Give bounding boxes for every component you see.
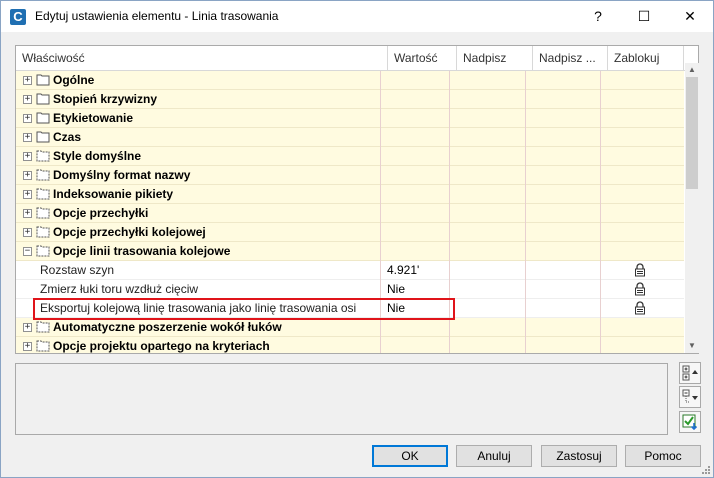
expand-icon[interactable]: + — [23, 171, 32, 180]
expand-icon[interactable]: + — [23, 228, 32, 237]
grid-header: Właściwość Wartość Nadpisz Nadpisz ... Z… — [16, 46, 698, 71]
help-icon[interactable]: ? — [575, 1, 621, 32]
category-row-superelevation-options[interactable]: + Opcje przechyłki — [16, 204, 684, 223]
collapse-all-icon — [682, 389, 698, 403]
expand-icon[interactable]: + — [23, 133, 32, 142]
column-header-override-child[interactable]: Nadpisz ... — [533, 46, 608, 71]
category-label: Etykietowanie — [53, 111, 134, 125]
help-button[interactable]: Pomoc — [625, 445, 701, 467]
highlight-box — [33, 298, 455, 320]
lock-icon[interactable] — [634, 263, 646, 277]
folder-icon — [36, 93, 50, 105]
category-label: Opcje przechyłki — [53, 206, 149, 220]
dashed-folder-icon — [36, 321, 50, 333]
expand-icon[interactable]: + — [23, 342, 32, 351]
property-label: Zmierz łuki toru wzdłuż cięciw — [40, 282, 199, 296]
property-row-rail-gauge[interactable]: Rozstaw szyn 4.921' — [16, 261, 684, 280]
close-icon[interactable]: ✕ — [667, 1, 713, 32]
category-label: Stopień krzywizny — [53, 92, 158, 106]
collapse-icon[interactable]: − — [23, 247, 32, 256]
folder-icon — [36, 131, 50, 143]
expand-icon[interactable]: + — [23, 323, 32, 332]
property-row-measure-chords[interactable]: Zmierz łuki toru wzdłuż cięciw Nie — [16, 280, 684, 299]
category-label: Opcje linii trasowania kolejowe — [53, 244, 231, 258]
description-panel — [15, 363, 668, 435]
cancel-button[interactable]: Anuluj — [456, 445, 532, 467]
expand-icon[interactable]: + — [23, 152, 32, 161]
title-bar[interactable]: C Edytuj ustawienia elementu - Linia tra… — [1, 1, 713, 32]
category-label: Indeksowanie pikiety — [53, 187, 174, 201]
dashed-folder-icon — [36, 245, 50, 257]
category-label: Opcje projektu opartego na kryteriach — [53, 339, 270, 353]
resize-grip-icon[interactable] — [701, 465, 711, 475]
lock-icon[interactable] — [634, 301, 646, 315]
category-row-time[interactable]: + Czas — [16, 128, 684, 147]
category-row-criteria-design[interactable]: + Opcje projektu opartego na kryteriach — [16, 337, 684, 353]
category-row-rail-superelevation[interactable]: + Opcje przechyłki kolejowej — [16, 223, 684, 242]
dashed-folder-icon — [36, 188, 50, 200]
property-value[interactable]: 4.921' — [386, 261, 419, 280]
column-header-property[interactable]: Właściwość — [16, 46, 388, 71]
dialog-window: C Edytuj ustawienia elementu - Linia tra… — [0, 0, 714, 478]
ok-button[interactable]: OK — [372, 445, 448, 467]
category-label: Czas — [53, 130, 82, 144]
category-row-rail-alignment-options[interactable]: − Opcje linii trasowania kolejowe — [16, 242, 684, 261]
category-label: Ogólne — [53, 73, 95, 87]
dashed-folder-icon — [36, 207, 50, 219]
category-label: Automatyczne poszerzenie wokół łuków — [53, 320, 282, 334]
expand-icon[interactable]: + — [23, 114, 32, 123]
maximize-icon[interactable]: ☐ — [621, 1, 667, 32]
dashed-folder-icon — [36, 150, 50, 162]
dashed-folder-icon — [36, 169, 50, 181]
expand-icon[interactable]: + — [23, 76, 32, 85]
category-row-curvature[interactable]: + Stopień krzywizny — [16, 90, 684, 109]
column-header-value[interactable]: Wartość — [388, 46, 457, 71]
category-row-default-name-format[interactable]: + Domyślny format nazwy — [16, 166, 684, 185]
expand-icon[interactable]: + — [23, 190, 32, 199]
app-icon: C — [10, 9, 26, 25]
folder-icon — [36, 74, 50, 86]
expand-icon[interactable]: + — [23, 95, 32, 104]
vertical-scrollbar[interactable]: ▲ ▼ — [685, 63, 699, 353]
expand-all-button[interactable] — [679, 362, 701, 384]
dashed-folder-icon — [36, 340, 50, 352]
category-label: Opcje przechyłki kolejowej — [53, 225, 206, 239]
folder-icon — [36, 112, 50, 124]
collapse-all-button[interactable] — [679, 386, 701, 408]
property-value[interactable]: Nie — [386, 280, 405, 299]
window-title: Edytuj ustawienia elementu - Linia traso… — [35, 9, 279, 23]
category-label: Style domyślne — [53, 149, 142, 163]
expand-icon[interactable]: + — [23, 209, 32, 218]
expand-all-icon — [682, 365, 698, 381]
dashed-folder-icon — [36, 226, 50, 238]
scroll-up-icon[interactable]: ▲ — [685, 63, 699, 77]
category-row-station-indexing[interactable]: + Indeksowanie pikiety — [16, 185, 684, 204]
category-row-labeling[interactable]: + Etykietowanie — [16, 109, 684, 128]
column-header-lock[interactable]: Zablokuj — [608, 46, 684, 71]
export-settings-button[interactable] — [679, 411, 701, 433]
export-settings-icon — [682, 414, 698, 430]
column-header-override[interactable]: Nadpisz — [457, 46, 533, 71]
scroll-thumb[interactable] — [686, 77, 698, 189]
lock-icon[interactable] — [634, 282, 646, 296]
scroll-down-icon[interactable]: ▼ — [685, 339, 699, 353]
category-row-general[interactable]: + Ogólne — [16, 71, 684, 90]
apply-button[interactable]: Zastosuj — [541, 445, 617, 467]
property-label: Rozstaw szyn — [40, 263, 115, 277]
category-row-auto-widening[interactable]: + Automatyczne poszerzenie wokół łuków — [16, 318, 684, 337]
category-row-default-styles[interactable]: + Style domyślne — [16, 147, 684, 166]
category-label: Domyślny format nazwy — [53, 168, 191, 182]
